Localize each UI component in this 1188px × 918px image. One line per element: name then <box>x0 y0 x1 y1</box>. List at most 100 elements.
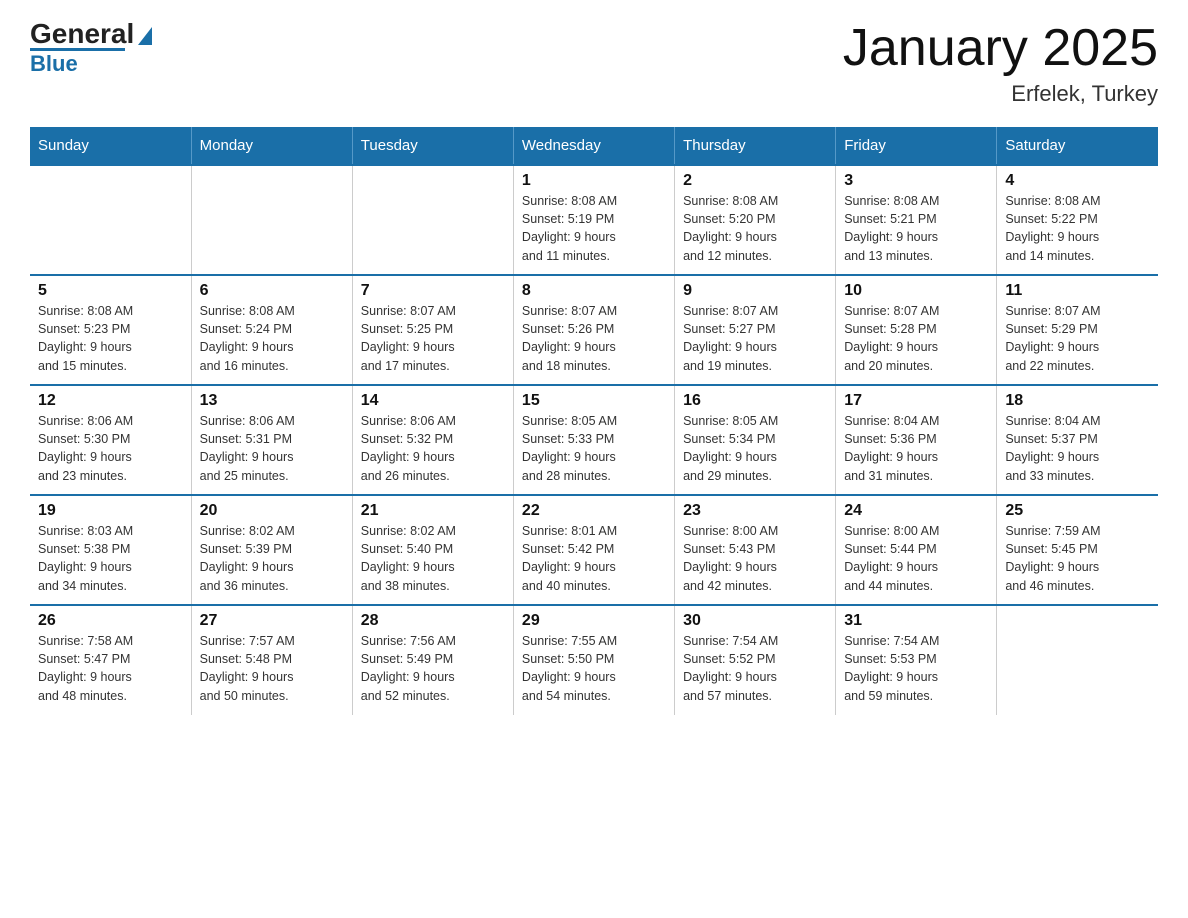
calendar-cell: 10 Sunrise: 8:07 AM Sunset: 5:28 PM Dayli… <box>836 275 997 385</box>
calendar-cell: 20Sunrise: 8:02 AM Sunset: 5:39 PM Dayli… <box>191 495 352 605</box>
day-info: Sunrise: 7:54 AM Sunset: 5:53 PM Dayligh… <box>844 632 988 705</box>
day-number: 24 <box>844 502 988 520</box>
day-info: Sunrise: 7:55 AM Sunset: 5:50 PM Dayligh… <box>522 632 666 705</box>
day-info: Sunrise: 7:54 AM Sunset: 5:52 PM Dayligh… <box>683 632 827 705</box>
day-info: Sunrise: 8:04 AM Sunset: 5:37 PM Dayligh… <box>1005 412 1150 485</box>
day-info: Sunrise: 8:00 AM Sunset: 5:44 PM Dayligh… <box>844 522 988 595</box>
calendar-cell: 17 Sunrise: 8:04 AM Sunset: 5:36 PM Dayli… <box>836 385 997 495</box>
logo: General Blue <box>30 20 152 77</box>
day-info: Sunrise: 8:01 AM Sunset: 5:42 PM Dayligh… <box>522 522 666 595</box>
day-info: Sunrise: 8:05 AM Sunset: 5:33 PM Dayligh… <box>522 412 666 485</box>
calendar-header-row: SundayMondayTuesdayWednesdayThursdayFrid… <box>30 127 1158 165</box>
calendar-cell: 11 Sunrise: 8:07 AM Sunset: 5:29 PM Dayli… <box>997 275 1158 385</box>
day-info: Sunrise: 8:00 AM Sunset: 5:43 PM Dayligh… <box>683 522 827 595</box>
day-info: Sunrise: 8:07 AM Sunset: 5:26 PM Dayligh… <box>522 302 666 375</box>
day-info: Sunrise: 8:05 AM Sunset: 5:34 PM Dayligh… <box>683 412 827 485</box>
calendar-cell: 14 Sunrise: 8:06 AM Sunset: 5:32 PM Dayli… <box>352 385 513 495</box>
calendar-cell: 27 Sunrise: 7:57 AM Sunset: 5:48 PM Dayli… <box>191 605 352 715</box>
day-of-week-header: Tuesday <box>352 127 513 165</box>
calendar-title: January 2025 <box>843 20 1158 77</box>
day-info: Sunrise: 8:08 AM Sunset: 5:23 PM Dayligh… <box>38 302 183 375</box>
day-info: Sunrise: 8:06 AM Sunset: 5:31 PM Dayligh… <box>200 412 344 485</box>
day-info: Sunrise: 7:58 AM Sunset: 5:47 PM Dayligh… <box>38 632 183 705</box>
calendar-cell: 31 Sunrise: 7:54 AM Sunset: 5:53 PM Dayli… <box>836 605 997 715</box>
day-number: 19 <box>38 502 183 520</box>
title-area: January 2025 Erfelek, Turkey <box>843 20 1158 107</box>
calendar-cell <box>191 165 352 275</box>
day-number: 15 <box>522 392 666 410</box>
day-info: Sunrise: 8:06 AM Sunset: 5:30 PM Dayligh… <box>38 412 183 485</box>
day-info: Sunrise: 8:08 AM Sunset: 5:24 PM Dayligh… <box>200 302 344 375</box>
day-info: Sunrise: 8:02 AM Sunset: 5:40 PM Dayligh… <box>361 522 505 595</box>
calendar-cell: 9Sunrise: 8:07 AM Sunset: 5:27 PM Daylig… <box>675 275 836 385</box>
day-info: Sunrise: 7:59 AM Sunset: 5:45 PM Dayligh… <box>1005 522 1150 595</box>
calendar-cell: 4Sunrise: 8:08 AM Sunset: 5:22 PM Daylig… <box>997 165 1158 275</box>
day-number: 20 <box>200 502 344 520</box>
day-number: 17 <box>844 392 988 410</box>
calendar-cell: 25Sunrise: 7:59 AM Sunset: 5:45 PM Dayli… <box>997 495 1158 605</box>
day-number: 16 <box>683 392 827 410</box>
day-of-week-header: Friday <box>836 127 997 165</box>
calendar-table: SundayMondayTuesdayWednesdayThursdayFrid… <box>30 127 1158 715</box>
day-info: Sunrise: 8:07 AM Sunset: 5:29 PM Dayligh… <box>1005 302 1150 375</box>
calendar-cell: 29Sunrise: 7:55 AM Sunset: 5:50 PM Dayli… <box>513 605 674 715</box>
day-number: 27 <box>200 612 344 630</box>
day-info: Sunrise: 7:57 AM Sunset: 5:48 PM Dayligh… <box>200 632 344 705</box>
day-number: 22 <box>522 502 666 520</box>
day-number: 11 <box>1005 282 1150 300</box>
calendar-cell: 7 Sunrise: 8:07 AM Sunset: 5:25 PM Daylig… <box>352 275 513 385</box>
day-number: 4 <box>1005 172 1150 190</box>
calendar-cell: 23 Sunrise: 8:00 AM Sunset: 5:43 PM Dayli… <box>675 495 836 605</box>
calendar-cell: 5 Sunrise: 8:08 AM Sunset: 5:23 PM Daylig… <box>30 275 191 385</box>
calendar-cell: 13 Sunrise: 8:06 AM Sunset: 5:31 PM Dayli… <box>191 385 352 495</box>
day-number: 3 <box>844 172 988 190</box>
day-number: 28 <box>361 612 505 630</box>
day-number: 26 <box>38 612 183 630</box>
calendar-cell: 1 Sunrise: 8:08 AM Sunset: 5:19 PM Daylig… <box>513 165 674 275</box>
calendar-cell: 21 Sunrise: 8:02 AM Sunset: 5:40 PM Dayli… <box>352 495 513 605</box>
day-info: Sunrise: 8:08 AM Sunset: 5:21 PM Dayligh… <box>844 192 988 265</box>
logo-main-text: General <box>30 20 134 48</box>
day-number: 5 <box>38 282 183 300</box>
day-number: 21 <box>361 502 505 520</box>
day-number: 6 <box>200 282 344 300</box>
calendar-cell: 24 Sunrise: 8:00 AM Sunset: 5:44 PM Dayli… <box>836 495 997 605</box>
day-of-week-header: Sunday <box>30 127 191 165</box>
day-number: 1 <box>522 172 666 190</box>
calendar-cell: 6 Sunrise: 8:08 AM Sunset: 5:24 PM Daylig… <box>191 275 352 385</box>
calendar-cell <box>997 605 1158 715</box>
calendar-cell: 19 Sunrise: 8:03 AM Sunset: 5:38 PM Dayli… <box>30 495 191 605</box>
day-number: 8 <box>522 282 666 300</box>
logo-sub-text: Blue <box>30 51 78 77</box>
calendar-cell: 18Sunrise: 8:04 AM Sunset: 5:37 PM Dayli… <box>997 385 1158 495</box>
day-info: Sunrise: 8:08 AM Sunset: 5:20 PM Dayligh… <box>683 192 827 265</box>
day-number: 14 <box>361 392 505 410</box>
page-header: General Blue January 2025 Erfelek, Turke… <box>30 20 1158 107</box>
calendar-week-row: 26 Sunrise: 7:58 AM Sunset: 5:47 PM Dayli… <box>30 605 1158 715</box>
calendar-cell: 15 Sunrise: 8:05 AM Sunset: 5:33 PM Dayli… <box>513 385 674 495</box>
day-of-week-header: Wednesday <box>513 127 674 165</box>
calendar-cell <box>352 165 513 275</box>
day-info: Sunrise: 8:07 AM Sunset: 5:25 PM Dayligh… <box>361 302 505 375</box>
calendar-cell: 22 Sunrise: 8:01 AM Sunset: 5:42 PM Dayli… <box>513 495 674 605</box>
day-info: Sunrise: 8:03 AM Sunset: 5:38 PM Dayligh… <box>38 522 183 595</box>
calendar-week-row: 1 Sunrise: 8:08 AM Sunset: 5:19 PM Daylig… <box>30 165 1158 275</box>
calendar-cell: 2Sunrise: 8:08 AM Sunset: 5:20 PM Daylig… <box>675 165 836 275</box>
calendar-cell: 3 Sunrise: 8:08 AM Sunset: 5:21 PM Daylig… <box>836 165 997 275</box>
day-info: Sunrise: 8:04 AM Sunset: 5:36 PM Dayligh… <box>844 412 988 485</box>
day-info: Sunrise: 8:07 AM Sunset: 5:27 PM Dayligh… <box>683 302 827 375</box>
day-info: Sunrise: 8:07 AM Sunset: 5:28 PM Dayligh… <box>844 302 988 375</box>
day-number: 12 <box>38 392 183 410</box>
day-of-week-header: Monday <box>191 127 352 165</box>
day-info: Sunrise: 8:08 AM Sunset: 5:19 PM Dayligh… <box>522 192 666 265</box>
day-number: 13 <box>200 392 344 410</box>
calendar-week-row: 12 Sunrise: 8:06 AM Sunset: 5:30 PM Dayli… <box>30 385 1158 495</box>
day-number: 31 <box>844 612 988 630</box>
day-info: Sunrise: 8:06 AM Sunset: 5:32 PM Dayligh… <box>361 412 505 485</box>
calendar-cell: 28Sunrise: 7:56 AM Sunset: 5:49 PM Dayli… <box>352 605 513 715</box>
day-of-week-header: Saturday <box>997 127 1158 165</box>
day-number: 7 <box>361 282 505 300</box>
calendar-week-row: 19 Sunrise: 8:03 AM Sunset: 5:38 PM Dayli… <box>30 495 1158 605</box>
day-number: 10 <box>844 282 988 300</box>
day-number: 23 <box>683 502 827 520</box>
